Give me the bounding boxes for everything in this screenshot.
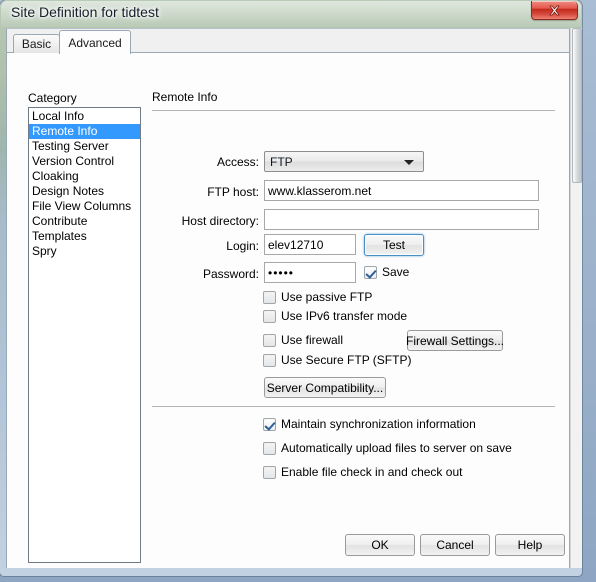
category-item-contribute[interactable]: Contribute <box>29 214 140 229</box>
category-item-spry[interactable]: Spry <box>29 244 140 259</box>
server-compatibility-button[interactable]: Server Compatibility... <box>264 377 386 398</box>
test-button[interactable]: Test <box>364 234 424 256</box>
category-label: Category <box>28 91 77 105</box>
window-title: Site Definition for tidtest <box>11 4 159 20</box>
use-passive-ftp-label: Use passive FTP <box>281 290 373 304</box>
check-in-out-label: Enable file check in and check out <box>281 465 463 479</box>
vertical-scrollbar[interactable] <box>570 28 582 568</box>
use-sftp-label: Use Secure FTP (SFTP) <box>281 353 412 367</box>
checkbox-icon-checked <box>263 417 276 431</box>
dialog-window: Site Definition for tidtest Basic Advanc… <box>0 0 596 582</box>
close-button[interactable] <box>531 1 578 20</box>
maintain-sync-label: Maintain synchronization information <box>281 417 476 431</box>
auto-upload-label: Automatically upload files to server on … <box>281 441 512 455</box>
host-directory-input[interactable] <box>264 209 539 230</box>
chevron-down-icon <box>404 160 414 165</box>
checkbox-icon-unchecked <box>263 333 276 347</box>
ok-button-label: OK <box>371 538 389 552</box>
close-icon <box>549 5 560 15</box>
checkbox-icon-unchecked <box>263 353 276 367</box>
access-label: Access: <box>216 155 259 169</box>
category-item-file-view-columns[interactable]: File View Columns <box>29 199 140 214</box>
ftp-host-label: FTP host: <box>207 185 259 199</box>
login-label: Login: <box>226 239 259 253</box>
checkbox-icon-checked <box>364 265 377 279</box>
use-ipv6-checkbox[interactable]: Use IPv6 transfer mode <box>263 309 407 323</box>
category-item-version-control[interactable]: Version Control <box>29 154 140 169</box>
ftp-host-input[interactable] <box>264 180 539 201</box>
auto-upload-checkbox[interactable]: Automatically upload files to server on … <box>263 441 512 455</box>
checkbox-icon-unchecked <box>263 465 276 479</box>
password-label: Password: <box>202 267 259 281</box>
tab-advanced[interactable]: Advanced <box>59 30 131 54</box>
section-divider-top <box>152 110 555 111</box>
category-item-local-info[interactable]: Local Info <box>29 109 140 124</box>
use-passive-ftp-checkbox[interactable]: Use passive FTP <box>263 290 372 304</box>
password-input[interactable] <box>264 262 356 283</box>
checkbox-icon-unchecked <box>263 309 276 323</box>
category-item-remote-info[interactable]: Remote Info <box>29 124 140 139</box>
tab-strip: Basic Advanced <box>7 29 569 54</box>
help-button-label: Help <box>517 538 543 552</box>
ok-button[interactable]: OK <box>345 534 415 556</box>
server-compatibility-label: Server Compatibility... <box>266 380 384 395</box>
section-title: Remote Info <box>152 90 218 104</box>
tab-basic[interactable]: Basic <box>13 34 60 53</box>
use-sftp-checkbox[interactable]: Use Secure FTP (SFTP) <box>263 353 411 367</box>
test-button-label: Test <box>382 238 405 252</box>
tab-advanced-label: Advanced <box>68 35 122 50</box>
use-ipv6-label: Use IPv6 transfer mode <box>281 309 408 323</box>
category-item-testing-server[interactable]: Testing Server <box>29 139 140 154</box>
host-directory-label: Host directory: <box>181 214 259 228</box>
cancel-button-label: Cancel <box>436 538 474 552</box>
checkbox-icon-unchecked <box>263 441 276 455</box>
cancel-button[interactable]: Cancel <box>420 534 490 556</box>
help-button[interactable]: Help <box>495 534 565 556</box>
maintain-sync-checkbox[interactable]: Maintain synchronization information <box>263 417 476 431</box>
advanced-panel: Category Local Info Remote Info Testing … <box>7 53 569 568</box>
category-item-cloaking[interactable]: Cloaking <box>29 169 140 184</box>
checkbox-icon-unchecked <box>263 290 276 304</box>
use-firewall-checkbox[interactable]: Use firewall <box>263 333 343 347</box>
login-input[interactable] <box>264 234 356 255</box>
scrollbar-thumb[interactable] <box>572 28 582 183</box>
use-firewall-label: Use firewall <box>281 333 344 347</box>
category-item-templates[interactable]: Templates <box>29 229 140 244</box>
save-password-label: Save <box>382 265 410 279</box>
section-divider-middle <box>152 406 555 407</box>
dialog-client-area: Basic Advanced Category Local Info Remot… <box>6 28 570 568</box>
tab-basic-label: Basic <box>21 37 52 51</box>
title-bar[interactable]: Site Definition for tidtest <box>0 0 582 28</box>
firewall-settings-label: Firewall Settings... <box>405 333 505 348</box>
check-in-out-checkbox[interactable]: Enable file check in and check out <box>263 465 462 479</box>
save-password-checkbox[interactable]: Save <box>364 265 409 279</box>
category-item-design-notes[interactable]: Design Notes <box>29 184 140 199</box>
access-select[interactable]: FTP <box>264 151 424 172</box>
category-listbox[interactable]: Local Info Remote Info Testing Server Ve… <box>28 107 141 563</box>
firewall-settings-button[interactable]: Firewall Settings... <box>405 330 505 351</box>
access-select-value: FTP <box>270 155 293 169</box>
